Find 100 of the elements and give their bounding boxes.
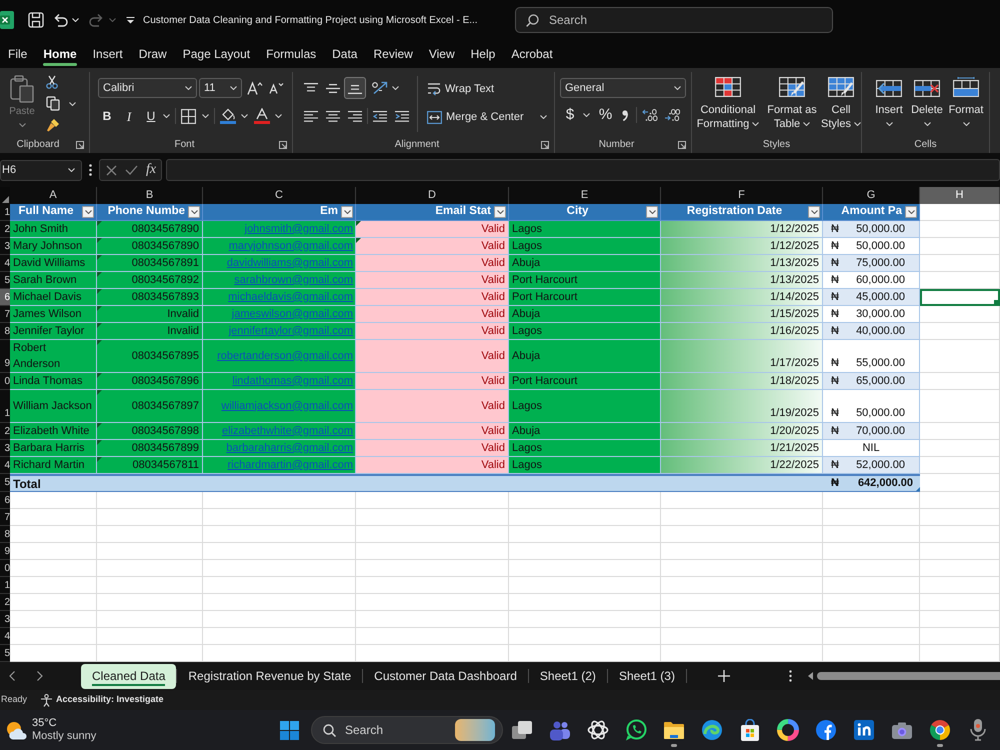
chevron-right-icon[interactable] [37, 671, 43, 681]
row-header[interactable]: 4 [0, 255, 10, 272]
menu-tab[interactable]: Data [324, 40, 366, 68]
format-button[interactable]: Format [946, 77, 986, 126]
check-icon[interactable] [125, 165, 138, 175]
segmented-circle-icon[interactable] [929, 719, 951, 741]
vertical-dots-icon[interactable] [89, 164, 92, 176]
name-box[interactable]: H6 [0, 160, 82, 180]
filter-button[interactable] [808, 206, 820, 218]
delete-button[interactable]: Delete [908, 77, 946, 126]
expand-corner-icon[interactable] [279, 140, 288, 148]
row-header[interactable]: 8 [0, 526, 10, 543]
menu-tab[interactable]: Help [462, 40, 504, 68]
atom-icon[interactable] [587, 719, 609, 741]
color-ring-icon[interactable] [777, 719, 799, 741]
swirl-icon[interactable] [701, 719, 723, 741]
save-icon[interactable] [28, 12, 44, 28]
align-left-icon[interactable] [304, 110, 318, 122]
scroll-left-icon[interactable] [808, 672, 813, 680]
filter-button[interactable] [905, 206, 917, 218]
sheet-tab[interactable]: Sheet1 (2) [528, 664, 607, 688]
font-color-icon[interactable] [254, 108, 270, 124]
increase-decimal-icon[interactable] [642, 109, 658, 121]
person-icon[interactable] [40, 694, 54, 706]
filter-button[interactable] [341, 206, 353, 218]
folder-icon[interactable] [663, 720, 685, 740]
menu-tab[interactable]: View [420, 40, 463, 68]
sheet-tab[interactable]: Customer Data Dashboard [363, 664, 528, 688]
fill-color-icon[interactable] [220, 108, 236, 124]
align-center-icon[interactable] [326, 110, 340, 122]
number-format-field[interactable]: General [560, 78, 686, 98]
microphone-icon[interactable] [970, 719, 986, 741]
expand-corner-icon[interactable] [541, 140, 549, 148]
row-header[interactable]: 4 [0, 457, 10, 474]
merge-center-button[interactable]: Merge & Center [427, 107, 547, 127]
percent-style-button[interactable]: % [598, 106, 613, 124]
comma-style-icon[interactable] [622, 110, 628, 120]
search-field[interactable]: Search [515, 7, 833, 33]
undo-icon[interactable] [52, 12, 68, 28]
borders-icon[interactable] [181, 108, 196, 124]
fill-handle[interactable] [994, 300, 998, 304]
row-header[interactable]: 7 [0, 306, 10, 323]
accounting-format-button[interactable]: $ [564, 106, 576, 124]
align-right-icon[interactable] [348, 110, 362, 122]
menu-tab[interactable]: Page Layout [174, 40, 258, 68]
decrease-indent-icon[interactable] [373, 110, 387, 122]
accessibility-status[interactable]: Accessibility: Investigate [56, 693, 164, 707]
overlapping-squares-icon[interactable] [511, 720, 533, 740]
expand-corner-icon[interactable] [678, 140, 686, 148]
circle-f-icon[interactable] [815, 719, 837, 741]
sheet-tab[interactable]: Registration Revenue by State [177, 664, 362, 688]
filter-button[interactable] [82, 206, 94, 218]
scissors-icon[interactable] [46, 75, 58, 89]
row-header[interactable]: 3 [0, 238, 10, 255]
row-header[interactable]: 8 [0, 323, 10, 340]
people-icon[interactable] [549, 720, 571, 740]
decrease-decimal-icon[interactable] [664, 109, 680, 121]
square-in-icon[interactable] [853, 719, 875, 741]
selected-cell[interactable] [920, 289, 1000, 306]
function-label[interactable]: fx [146, 162, 156, 178]
row-header[interactable]: 6 [0, 492, 10, 509]
row-header[interactable]: 5 [0, 272, 10, 289]
formula-input[interactable] [166, 159, 1000, 181]
align-bottom-button[interactable] [344, 77, 366, 99]
filter-button[interactable] [188, 206, 200, 218]
cancel-icon[interactable] [106, 164, 117, 176]
menu-tab[interactable]: Formulas [258, 40, 324, 68]
text-angle-icon[interactable] [371, 81, 389, 95]
row-header[interactable]: 0 [0, 560, 10, 577]
filter-button[interactable] [494, 206, 506, 218]
increase-indent-icon[interactable] [395, 110, 409, 122]
row-header[interactable]: 1 [0, 204, 10, 221]
menu-tab[interactable]: File [0, 40, 36, 68]
font-name-field[interactable]: Calibri [98, 78, 197, 98]
menu-tab[interactable]: Home [35, 40, 85, 68]
sun-cloud-icon[interactable] [5, 720, 27, 740]
shopping-bag-icon[interactable] [739, 719, 761, 741]
row-header[interactable]: 9 [0, 340, 10, 373]
filter-button[interactable] [646, 206, 658, 218]
four-squares-icon[interactable] [280, 720, 298, 740]
row-header[interactable]: 7 [0, 509, 10, 526]
row-header[interactable]: 2 [0, 594, 10, 611]
grow-font-icon[interactable] [247, 81, 263, 95]
menu-tab[interactable]: Acrobat [503, 40, 561, 68]
copy-icon[interactable] [46, 96, 60, 111]
expand-corner-icon[interactable] [76, 140, 84, 148]
format-as-table-button[interactable]: Format as Table [764, 77, 820, 131]
insert-button[interactable]: Insert [870, 77, 908, 126]
menu-tab[interactable]: Draw [130, 40, 175, 68]
underline-button[interactable]: U [142, 107, 160, 125]
row-header[interactable]: 3 [0, 611, 10, 628]
chevron-left-icon[interactable] [9, 671, 15, 681]
row-header[interactable]: 1 [0, 390, 10, 423]
wrap-text-button[interactable]: Wrap Text [427, 79, 547, 99]
camera-icon[interactable] [891, 720, 913, 740]
sheet-tab[interactable]: Cleaned Data [81, 664, 176, 688]
plus-icon[interactable] [718, 670, 730, 682]
row-header[interactable]: 3 [0, 440, 10, 457]
font-size-field[interactable]: 11 [199, 78, 242, 98]
row-header[interactable]: 9 [0, 543, 10, 560]
